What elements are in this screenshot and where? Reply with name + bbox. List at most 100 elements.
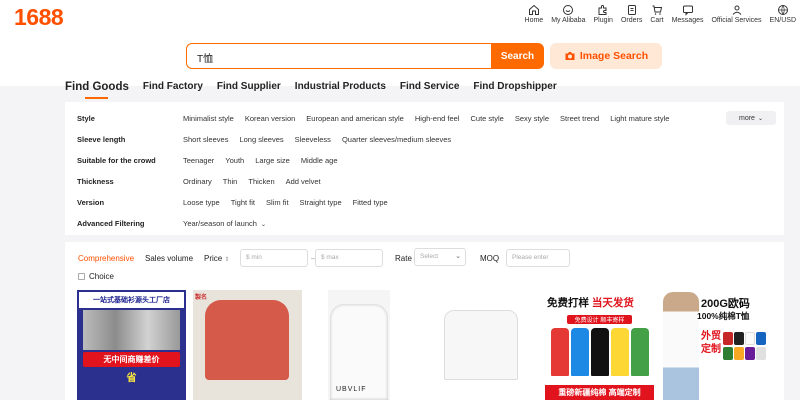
product-brand-label: 製名 bbox=[195, 295, 208, 301]
product-card[interactable]: 製名 bbox=[193, 290, 302, 400]
choice-checkbox[interactable]: Choice bbox=[78, 272, 114, 281]
product-card[interactable] bbox=[434, 290, 527, 400]
image-search-label: Image Search bbox=[579, 50, 649, 62]
filter-option[interactable]: Large size bbox=[255, 156, 290, 165]
filter-option[interactable]: Quarter sleeves/medium sleeves bbox=[342, 135, 451, 144]
nav-label: EN/USD bbox=[769, 17, 796, 24]
filter-option[interactable]: Youth bbox=[225, 156, 244, 165]
filter-label: Thickness bbox=[77, 176, 114, 186]
tab-find-service[interactable]: Find Service bbox=[400, 81, 459, 99]
sort-price[interactable]: Price ⇕ bbox=[204, 254, 230, 263]
filter-option[interactable]: Thicken bbox=[248, 177, 274, 186]
tab-find-goods[interactable]: Find Goods bbox=[65, 81, 129, 99]
more-button[interactable]: more ⌄ bbox=[726, 111, 776, 125]
checkbox-icon bbox=[78, 273, 85, 280]
moq-label: MOQ bbox=[480, 254, 500, 263]
search-input[interactable]: T恤 bbox=[186, 43, 492, 69]
nav-messages[interactable]: Messages bbox=[671, 4, 704, 24]
image-search-button[interactable]: Image Search bbox=[550, 43, 662, 69]
filter-option[interactable]: Loose type bbox=[183, 198, 220, 207]
filter-option[interactable]: High-end feel bbox=[415, 114, 460, 123]
filter-option[interactable]: Teenager bbox=[183, 156, 214, 165]
tab-find-supplier[interactable]: Find Supplier bbox=[217, 81, 281, 99]
person-icon bbox=[732, 5, 741, 15]
top-nav: Home My Alibaba Plugin Orders Cart Messa… bbox=[517, 4, 796, 24]
filter-option[interactable]: Sexy style bbox=[515, 114, 549, 123]
filter-option[interactable]: Cute style bbox=[470, 114, 503, 123]
home-icon bbox=[528, 4, 539, 15]
search-button[interactable]: Search bbox=[491, 43, 544, 69]
category-tabs: Find Goods Find Factory Find Supplier In… bbox=[65, 81, 571, 99]
chevron-down-icon: ⌄ bbox=[261, 221, 267, 228]
nav-label: Home bbox=[524, 17, 544, 24]
product-mid-label: 省 bbox=[126, 373, 137, 384]
nav-orders[interactable]: Orders bbox=[621, 4, 642, 24]
product-subtitle: 免费设计 顺丰寄样 bbox=[567, 315, 632, 324]
logo[interactable]: 1688 bbox=[14, 4, 64, 31]
nav-language[interactable]: EN/USD bbox=[770, 4, 796, 24]
filter-row-crowd: Suitable for the crowd Teenager Youth La… bbox=[77, 153, 349, 167]
globe-icon bbox=[777, 5, 788, 16]
camera-icon bbox=[565, 52, 575, 60]
filter-option[interactable]: Year/season of launch ⌄ bbox=[183, 219, 266, 228]
sort-comprehensive[interactable]: Comprehensive bbox=[78, 254, 134, 263]
sort-price-label: Price bbox=[204, 254, 223, 263]
filter-option[interactable]: Korean version bbox=[245, 114, 295, 123]
product-title-a: 免费打样 bbox=[547, 297, 589, 309]
filter-option[interactable]: Middle age bbox=[301, 156, 338, 165]
filter-option[interactable]: Fitted type bbox=[353, 198, 388, 207]
filter-option[interactable]: Minimalist style bbox=[183, 114, 234, 123]
filter-option[interactable]: Ordinary bbox=[183, 177, 212, 186]
filter-option[interactable]: Short sleeves bbox=[183, 135, 228, 144]
filter-option[interactable]: Sleeveless bbox=[295, 135, 331, 144]
model-image bbox=[663, 292, 699, 400]
rate-select-value: Select bbox=[420, 253, 439, 260]
product-card[interactable]: UBVLIF bbox=[328, 290, 390, 400]
filter-option[interactable]: Light mature style bbox=[610, 114, 669, 123]
nav-plugin[interactable]: Plugin bbox=[593, 4, 613, 24]
red-tshirt-image bbox=[205, 300, 289, 380]
tab-industrial-products[interactable]: Industrial Products bbox=[295, 81, 386, 99]
filter-row-advanced: Advanced Filtering Year/season of launch… bbox=[77, 216, 277, 230]
message-icon bbox=[682, 5, 693, 16]
tab-find-dropshipper[interactable]: Find Dropshipper bbox=[473, 81, 556, 99]
filter-row-thickness: Thickness Ordinary Thin Thicken Add velv… bbox=[77, 174, 332, 188]
nav-official-services[interactable]: Official Services bbox=[711, 4, 762, 24]
rate-select[interactable]: Select ⌄ bbox=[414, 248, 466, 266]
filter-option[interactable]: Add velvet bbox=[286, 177, 321, 186]
filter-option[interactable]: Tight fit bbox=[231, 198, 255, 207]
nav-label: Official Services bbox=[711, 17, 762, 24]
colored-shirts-image bbox=[551, 328, 649, 376]
nav-my-alibaba[interactable]: My Alibaba bbox=[551, 4, 585, 24]
moq-input[interactable]: Please enter bbox=[506, 249, 570, 267]
nav-home[interactable]: Home bbox=[524, 4, 544, 24]
mini-shirts-image bbox=[723, 332, 769, 360]
filter-option[interactable]: Thin bbox=[223, 177, 238, 186]
filter-option-label: Year/season of launch bbox=[183, 218, 257, 228]
filter-option[interactable]: Slim fit bbox=[266, 198, 289, 207]
filter-option[interactable]: European and american style bbox=[306, 114, 404, 123]
filter-option[interactable]: Straight type bbox=[300, 198, 342, 207]
puzzle-icon bbox=[598, 5, 607, 15]
product-card[interactable]: 免费打样 当天发货 免费设计 顺丰寄样 重磅新疆纯棉 高端定制 bbox=[545, 290, 654, 400]
price-max-input[interactable]: $ max bbox=[315, 249, 383, 267]
price-min-input[interactable]: $ min bbox=[240, 249, 308, 267]
product-banner-text: 一站式基础衫源头工厂店 bbox=[79, 292, 184, 308]
filter-option[interactable]: Street trend bbox=[560, 114, 599, 123]
product-title: 200G欧码 bbox=[701, 298, 750, 310]
tab-find-factory[interactable]: Find Factory bbox=[143, 81, 203, 99]
header: 1688 Home My Alibaba Plugin Orders Cart … bbox=[0, 0, 800, 99]
product-title: 免费打样 当天发货 bbox=[545, 290, 654, 315]
chevron-down-icon: ⌄ bbox=[757, 115, 763, 122]
filter-label: Version bbox=[77, 197, 105, 207]
nav-label: Messages bbox=[671, 17, 704, 24]
sort-sales-volume[interactable]: Sales volume bbox=[145, 254, 193, 263]
choice-label: Choice bbox=[89, 272, 114, 281]
more-label: more bbox=[739, 114, 755, 122]
nav-cart[interactable]: Cart bbox=[650, 4, 664, 24]
product-card[interactable]: 一站式基础衫源头工厂店 无中间商赚差价 省 bbox=[77, 290, 186, 400]
filter-option[interactable]: Long sleeves bbox=[239, 135, 283, 144]
orders-icon bbox=[627, 5, 636, 15]
longsleeve-shirt-image bbox=[444, 310, 518, 380]
product-card[interactable]: 200G欧码 100%纯棉T恤 外贸定制 bbox=[661, 290, 771, 400]
